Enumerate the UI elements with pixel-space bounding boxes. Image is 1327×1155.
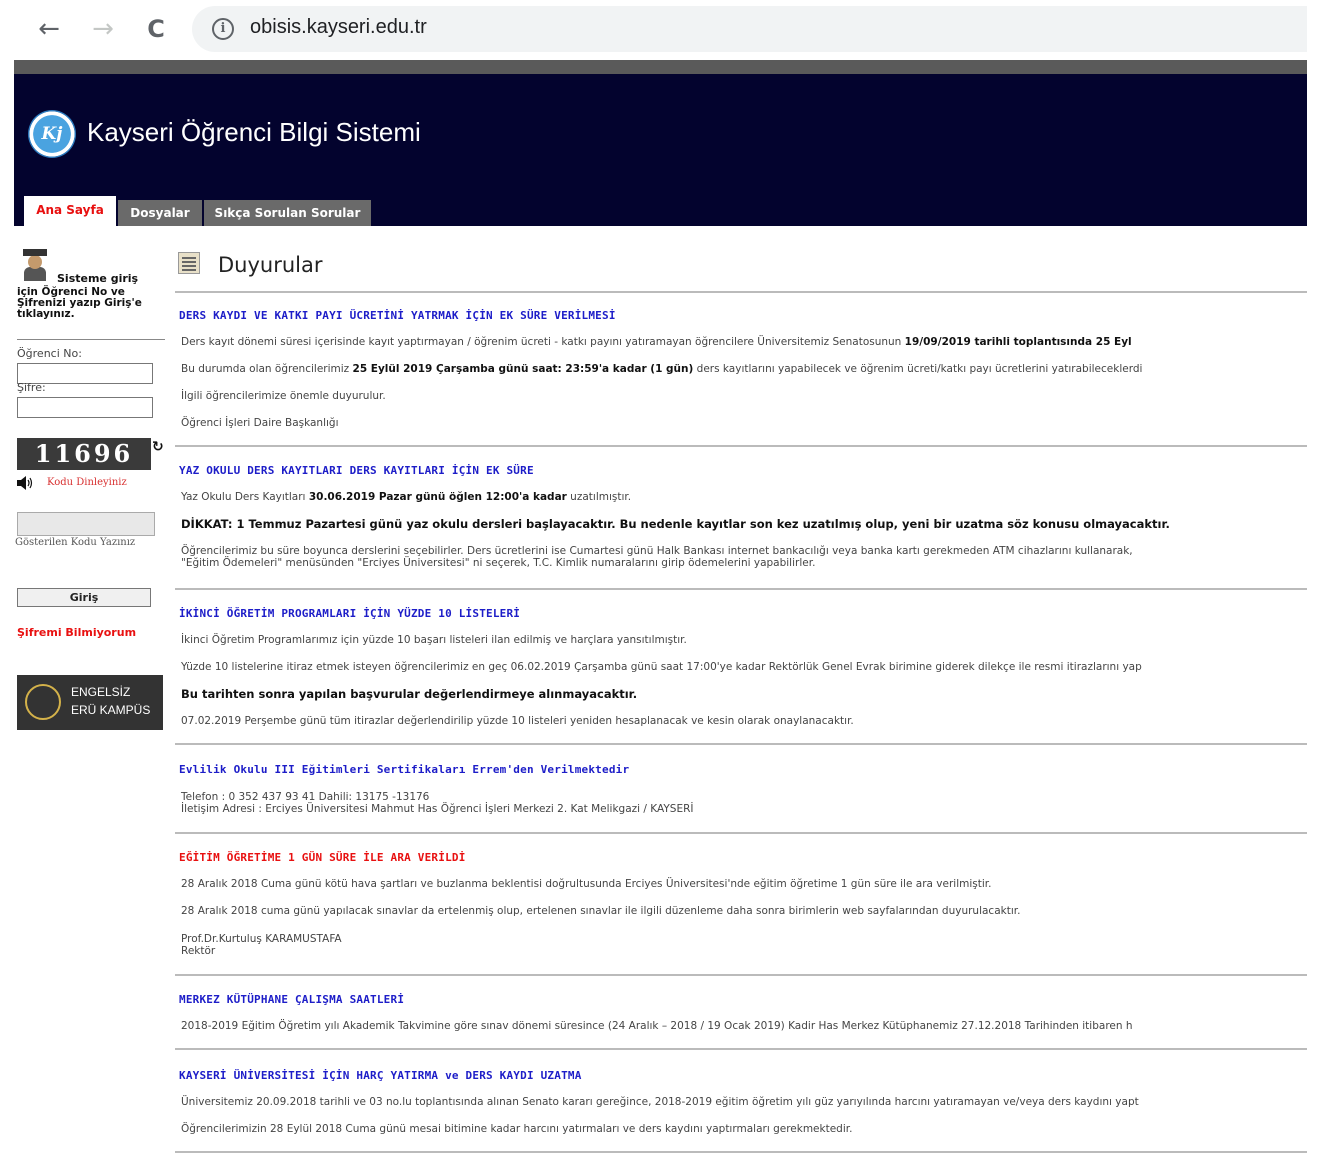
address-bar[interactable]: i obisis.kayseri.edu.tr bbox=[192, 6, 1307, 52]
captcha-input[interactable] bbox=[17, 512, 155, 536]
announcement-text: 07.02.2019 Perşembe günü tüm itirazlar d… bbox=[181, 715, 854, 727]
site-title: Kayseri Öğrenci Bilgi Sistemi bbox=[87, 117, 421, 147]
announcement-text: Prof.Dr.Kurtuluş KARAMUSTAFA bbox=[181, 933, 342, 945]
browser-toolbar: ← → C i obisis.kayseri.edu.tr bbox=[0, 0, 1327, 60]
header-top-strip bbox=[14, 60, 1307, 74]
divider bbox=[175, 1048, 1307, 1050]
password-label: Şifre: bbox=[17, 381, 46, 394]
login-title: Sisteme giriş bbox=[57, 272, 139, 285]
banner-line-1: ENGELSİZ bbox=[71, 685, 131, 699]
student-user-icon bbox=[21, 247, 49, 281]
page-title: Duyurular bbox=[218, 253, 323, 277]
university-logo: Kj bbox=[28, 110, 76, 158]
announcement-title[interactable]: DERS KAYDI VE KATKI PAYI ÜCRETİNİ YATRMA… bbox=[179, 309, 616, 322]
announcement-text: Öğrencilerimiz bu süre boyunca derslerin… bbox=[181, 545, 1133, 557]
captcha-hint: Gösterilen Kodu Yazınız bbox=[15, 537, 136, 548]
accessible-campus-banner[interactable]: ENGELSİZ ERÜ KAMPÜS bbox=[17, 675, 163, 730]
announcement-text: Ders kayıt dönemi süresi içerisinde kayı… bbox=[181, 336, 1132, 348]
announcement-text: Rektör bbox=[181, 945, 216, 957]
announcement-title[interactable]: Evlilik Okulu III Eğitimleri Sertifikala… bbox=[179, 763, 629, 776]
listen-code-link[interactable]: Kodu Dinleyiniz bbox=[47, 477, 127, 488]
announcement-text: İletişim Adresi : Erciyes Üniversitesi M… bbox=[181, 803, 694, 815]
announcement-title[interactable]: YAZ OKULU DERS KAYITLARI DERS KAYITLARI … bbox=[179, 464, 534, 477]
reload-icon[interactable]: C bbox=[141, 14, 171, 44]
back-arrow-icon[interactable]: ← bbox=[34, 14, 64, 44]
accessibility-icon bbox=[25, 684, 61, 720]
announcement-text: 2018-2019 Eğitim Öğretim yılı Akademik T… bbox=[181, 1020, 1133, 1032]
captcha-image: 11696 bbox=[17, 438, 151, 470]
site-info-icon[interactable]: i bbox=[212, 18, 234, 40]
announcement-text: Üniversitemiz 20.09.2018 tarihli ve 03 n… bbox=[181, 1096, 1139, 1108]
announcement-text: Yaz Okulu Ders Kayıtları 30.06.2019 Paza… bbox=[181, 491, 632, 503]
banner-line-2: ERÜ KAMPÜS bbox=[71, 703, 151, 717]
banner-text: ENGELSİZ ERÜ KAMPÜS bbox=[71, 683, 150, 719]
forward-arrow-icon[interactable]: → bbox=[88, 14, 118, 44]
divider bbox=[175, 974, 1307, 976]
announcement-text: Öğrencilerimizin 28 Eylül 2018 Cuma günü… bbox=[181, 1123, 853, 1135]
announcement-text: İlgili öğrencilerimize önemle duyurulur. bbox=[181, 390, 386, 402]
speaker-icon[interactable] bbox=[17, 476, 37, 490]
announcement-text: Yüzde 10 listelerine itiraz etmek isteye… bbox=[181, 661, 1142, 673]
divider bbox=[175, 445, 1307, 447]
announcement-title[interactable]: KAYSERİ ÜNİVERSİTESİ İÇİN HARÇ YATIRMA v… bbox=[179, 1069, 582, 1082]
announcement-title[interactable]: EĞİTİM ÖĞRETİME 1 GÜN SÜRE İLE ARA VERİL… bbox=[179, 851, 466, 864]
divider bbox=[175, 832, 1307, 834]
divider bbox=[175, 1151, 1307, 1153]
captcha-refresh-icon[interactable]: ↻ bbox=[152, 439, 164, 455]
announcement-text: 28 Aralık 2018 Cuma günü kötü hava şartl… bbox=[181, 878, 992, 890]
newspaper-icon bbox=[178, 252, 200, 274]
announcement-text: Öğrenci İşleri Daire Başkanlığı bbox=[181, 417, 339, 429]
logo-letters: Kj bbox=[41, 124, 63, 144]
site-header: Kj Kayseri Öğrenci Bilgi Sistemi Ana Say… bbox=[14, 74, 1307, 226]
announcement-text: "Eğitim Ödemeleri" menüsünden "Erciyes Ü… bbox=[181, 557, 816, 569]
sidebar-divider bbox=[17, 339, 165, 340]
student-no-label: Öğrenci No: bbox=[17, 347, 82, 360]
announcement-warning: DİKKAT: 1 Temmuz Pazartesi günü yaz okul… bbox=[181, 517, 1170, 531]
divider bbox=[175, 588, 1307, 590]
announcement-text: 28 Aralık 2018 cuma günü yapılacak sınav… bbox=[181, 905, 1021, 917]
announcement-text: Telefon : 0 352 437 93 41 Dahili: 13175 … bbox=[181, 791, 430, 803]
forgot-password-link[interactable]: Şifremi Bilmiyorum bbox=[17, 626, 136, 639]
tab-faq[interactable]: Sıkça Sorulan Sorular bbox=[204, 200, 371, 226]
tab-home[interactable]: Ana Sayfa bbox=[24, 196, 116, 226]
divider bbox=[175, 291, 1307, 293]
announcement-text: İkinci Öğretim Programlarımız için yüzde… bbox=[181, 634, 687, 646]
divider bbox=[175, 743, 1307, 745]
tab-files[interactable]: Dosyalar bbox=[118, 200, 202, 226]
announcement-warning: Bu tarihten sonra yapılan başvurular değ… bbox=[181, 687, 638, 701]
login-description: için Öğrenci No ve Şifrenizi yazıp Giriş… bbox=[17, 286, 142, 320]
announcement-title[interactable]: MERKEZ KÜTÜPHANE ÇALIŞMA SAATLERİ bbox=[179, 993, 404, 1006]
announcement-title[interactable]: İKİNCİ ÖĞRETİM PROGRAMLARI İÇİN YÜZDE 10… bbox=[179, 607, 520, 620]
password-input[interactable] bbox=[17, 397, 153, 418]
announcement-text: Bu durumda olan öğrencilerimiz 25 Eylül … bbox=[181, 363, 1143, 375]
url-text[interactable]: obisis.kayseri.edu.tr bbox=[250, 16, 427, 39]
login-button[interactable]: Giriş bbox=[17, 588, 151, 607]
